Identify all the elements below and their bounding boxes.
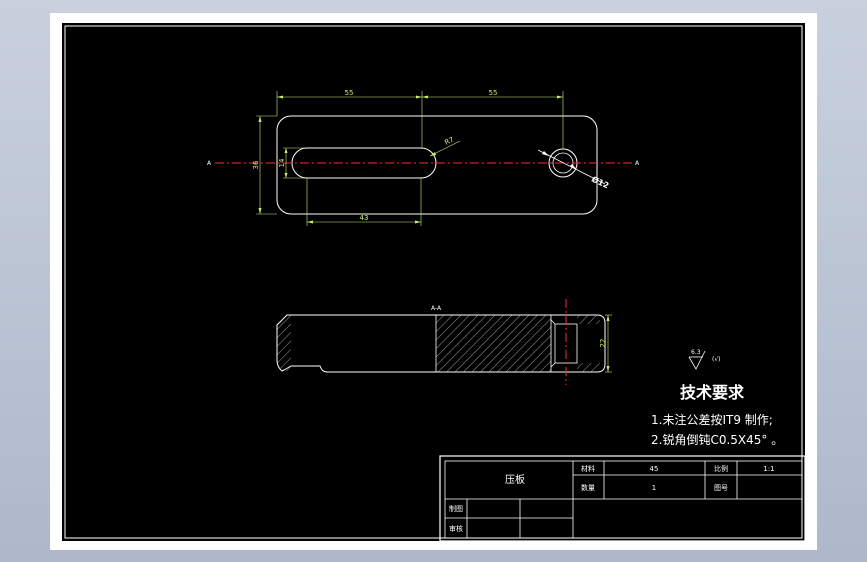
roughness-value: 6.3	[691, 349, 701, 356]
dim-right-width: 55	[489, 89, 498, 97]
section-label: A-A	[431, 305, 442, 312]
scale-label: 比例	[714, 464, 728, 473]
drawing-no-label: 图号	[714, 484, 728, 492]
hatch-right-top	[577, 315, 600, 324]
tech-req-line2: 2.锐角倒钝C0.5X45° 。	[651, 433, 783, 447]
tech-req-heading: 技术要求	[680, 383, 745, 402]
dim-left-width: 55	[345, 89, 354, 97]
hatch-main	[436, 315, 551, 372]
scale-value: 1:1	[763, 465, 774, 473]
material-label: 材料	[581, 464, 595, 473]
reviewer-label: 审核	[449, 524, 463, 533]
drafter-label: 制图	[449, 504, 463, 513]
quantity-value: 1	[652, 484, 656, 492]
cad-drawing: 55 55 36 14 43 R7 Ø12 A A A-A 22 6.3 (√)…	[62, 23, 806, 542]
tech-req-line1: 1.未注公差按IT9 制作;	[651, 412, 773, 427]
part-name: 压板	[505, 473, 525, 486]
drawing-canvas	[62, 23, 805, 541]
dim-slot-length: 43	[360, 214, 369, 222]
drawing-sheet: 55 55 36 14 43 R7 Ø12 A A A-A 22 6.3 (√)…	[50, 13, 817, 550]
dim-thickness: 22	[599, 339, 607, 348]
dim-height: 36	[252, 160, 260, 169]
quantity-label: 数量	[581, 483, 595, 492]
dim-slot-width: 14	[278, 158, 286, 167]
material-value: 45	[650, 465, 659, 473]
hatch-right-bottom	[577, 363, 600, 372]
roughness-note: (√)	[712, 356, 721, 363]
